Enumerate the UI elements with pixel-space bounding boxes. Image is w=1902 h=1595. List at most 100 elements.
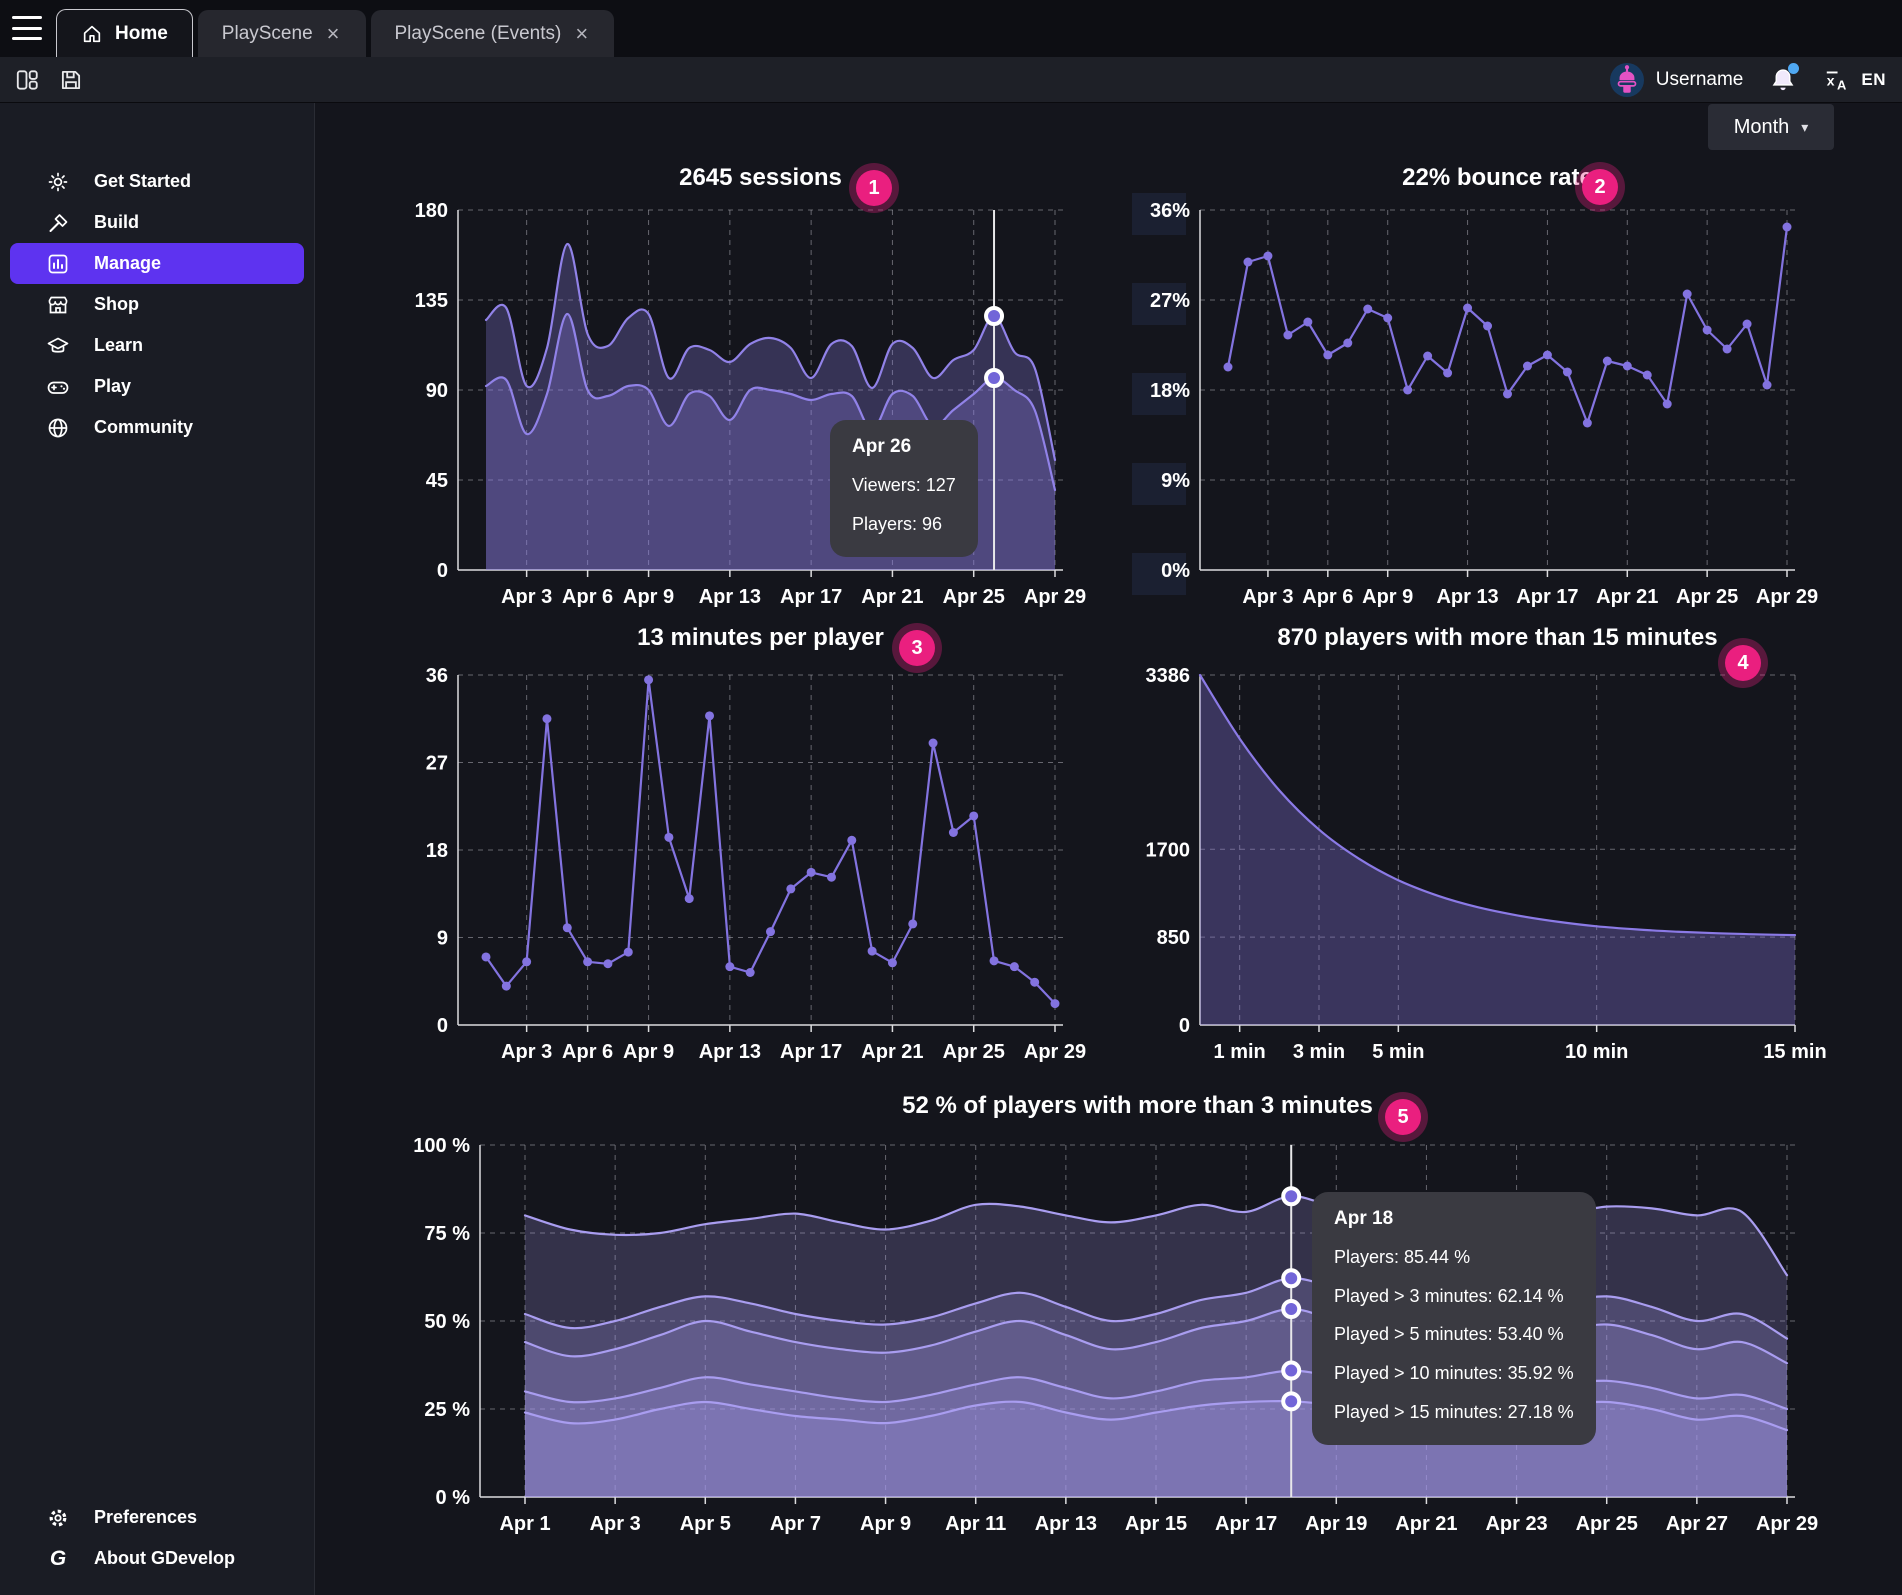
svg-text:Apr 25: Apr 25 xyxy=(943,1041,1005,1063)
svg-text:5 min: 5 min xyxy=(1372,1041,1424,1063)
tooltip-title: Apr 18 xyxy=(1334,1208,1574,1230)
svg-text:135: 135 xyxy=(415,290,448,312)
svg-text:0: 0 xyxy=(1179,1015,1190,1037)
svg-text:Apr 17: Apr 17 xyxy=(780,586,842,608)
svg-text:27%: 27% xyxy=(1150,290,1190,312)
svg-text:9: 9 xyxy=(437,928,448,950)
gear-icon xyxy=(46,1506,70,1530)
sidebar-item-label: Learn xyxy=(94,335,143,356)
sidebar-item-manage[interactable]: Manage xyxy=(10,243,304,284)
svg-text:Apr 29: Apr 29 xyxy=(1756,1513,1818,1535)
svg-text:9%: 9% xyxy=(1161,470,1190,492)
sidebar-item-about-gdevelop[interactable]: G About GDevelop xyxy=(10,1538,304,1579)
sidebar-item-label: Preferences xyxy=(94,1507,197,1528)
sessions-chart-title: 2645 sessions xyxy=(458,164,1063,192)
svg-text:Apr 21: Apr 21 xyxy=(1395,1513,1457,1535)
svg-text:Apr 17: Apr 17 xyxy=(1516,586,1578,608)
avatar xyxy=(1610,63,1644,97)
svg-text:Apr 9: Apr 9 xyxy=(623,586,674,608)
gdevelop-logo: G xyxy=(46,1547,70,1571)
minutes-per-player-chart[interactable]: Apr 3 Apr 6 Apr 9 Apr 13 Apr 17 Apr 21 Apr 25 A… xyxy=(375,655,1085,1060)
sidebar-item-get-started[interactable]: Get Started xyxy=(10,161,304,202)
language-selector[interactable]: x A EN xyxy=(1823,67,1886,93)
svg-text:100 %: 100 % xyxy=(413,1135,470,1157)
svg-text:Apr 1: Apr 1 xyxy=(499,1513,550,1535)
sidebar-item-label: Get Started xyxy=(94,171,191,192)
tooltip-row: Players: 96 xyxy=(852,505,956,544)
svg-text:Apr 17: Apr 17 xyxy=(780,1041,842,1063)
svg-text:Apr 3: Apr 3 xyxy=(590,1513,641,1535)
period-dropdown[interactable]: Month ▾ xyxy=(1708,104,1834,150)
svg-text:1 min: 1 min xyxy=(1214,1041,1266,1063)
svg-text:Apr 3: Apr 3 xyxy=(501,1041,552,1063)
tooltip-title: Apr 26 xyxy=(852,436,956,458)
step-badge-5: 5 xyxy=(1385,1099,1421,1135)
notifications-button[interactable] xyxy=(1769,66,1797,94)
svg-text:Apr 19: Apr 19 xyxy=(1305,1513,1367,1535)
svg-text:Apr 13: Apr 13 xyxy=(699,1041,761,1063)
svg-text:27: 27 xyxy=(426,753,448,775)
svg-text:Apr 29: Apr 29 xyxy=(1024,1041,1086,1063)
tab-home[interactable]: Home xyxy=(56,9,193,57)
svg-text:Apr 15: Apr 15 xyxy=(1125,1513,1187,1535)
tab-label: Home xyxy=(115,23,168,45)
tooltip-row: Played > 10 minutes: 35.92 % xyxy=(1334,1354,1574,1393)
step-badge-2: 2 xyxy=(1582,169,1618,205)
tab-label: PlayScene xyxy=(222,23,313,45)
sun-icon xyxy=(46,170,70,194)
svg-text:0: 0 xyxy=(437,1015,448,1037)
editor-tabs: Home PlayScene × PlayScene (Events) × xyxy=(56,9,619,57)
playtime-percent-chart[interactable]: Apr 1Apr 3Apr 5Apr 7Apr 9Apr 11Apr 13Apr… xyxy=(370,1128,1900,1532)
chevron-down-icon: ▾ xyxy=(1801,119,1808,136)
hamburger-menu-icon[interactable] xyxy=(12,16,42,40)
svg-text:Apr 6: Apr 6 xyxy=(1302,586,1353,608)
notification-dot xyxy=(1788,63,1799,74)
svg-text:Apr 27: Apr 27 xyxy=(1666,1513,1728,1535)
project-manager-icon[interactable] xyxy=(14,67,40,93)
close-icon[interactable]: × xyxy=(325,23,342,45)
svg-text:x: x xyxy=(1827,72,1835,88)
user-account-button[interactable]: Username xyxy=(1610,63,1744,97)
toolbar: Username x A EN xyxy=(0,57,1902,103)
bounce-rate-chart[interactable]: Apr 3Apr 6Apr 9Apr 13Apr 17Apr 21Apr 25A… xyxy=(1095,192,1895,612)
svg-text:850: 850 xyxy=(1157,927,1190,949)
svg-text:Apr 6: Apr 6 xyxy=(562,1041,613,1063)
svg-text:15 min: 15 min xyxy=(1763,1041,1826,1063)
sidebar-item-label: Manage xyxy=(94,253,161,274)
retention-curve-chart[interactable]: 1 min3 min5 min10 min15 min085017003386 xyxy=(1095,655,1895,1060)
sidebar-item-shop[interactable]: Shop xyxy=(10,284,304,325)
svg-text:Apr 9: Apr 9 xyxy=(623,1041,674,1063)
sidebar-item-community[interactable]: Community xyxy=(10,407,304,448)
minutes-chart-title: 13 minutes per player xyxy=(458,624,1063,652)
step-badge-1: 1 xyxy=(856,170,892,206)
svg-text:Apr 21: Apr 21 xyxy=(861,1041,923,1063)
tooltip-row: Played > 5 minutes: 53.40 % xyxy=(1334,1315,1574,1354)
svg-text:75 %: 75 % xyxy=(424,1223,470,1245)
svg-text:Apr 5: Apr 5 xyxy=(680,1513,731,1535)
svg-text:Apr 13: Apr 13 xyxy=(1035,1513,1097,1535)
svg-text:Apr 6: Apr 6 xyxy=(562,586,613,608)
svg-text:36%: 36% xyxy=(1150,200,1190,222)
sidebar-item-preferences[interactable]: Preferences xyxy=(10,1497,304,1538)
sidebar-item-label: Play xyxy=(94,376,131,397)
step-badge-3: 3 xyxy=(899,630,935,666)
svg-text:Apr 13: Apr 13 xyxy=(1436,586,1498,608)
sidebar-item-build[interactable]: Build xyxy=(10,202,304,243)
save-icon[interactable] xyxy=(58,67,84,93)
sidebar-item-play[interactable]: Play xyxy=(10,366,304,407)
tab-playscene[interactable]: PlayScene × xyxy=(198,10,366,57)
sidebar-item-learn[interactable]: Learn xyxy=(10,325,304,366)
svg-text:Apr 21: Apr 21 xyxy=(861,586,923,608)
svg-text:Apr 11: Apr 11 xyxy=(945,1513,1006,1535)
svg-text:Apr 13: Apr 13 xyxy=(699,586,761,608)
sessions-chart[interactable]: Apr 3Apr 6Apr 9Apr 13Apr 17Apr 21Apr 25A… xyxy=(375,192,1085,612)
sidebar-item-label: Community xyxy=(94,417,193,438)
svg-text:Apr 7: Apr 7 xyxy=(770,1513,821,1535)
close-icon[interactable]: × xyxy=(573,23,590,45)
svg-text:Apr 29: Apr 29 xyxy=(1756,586,1818,608)
svg-text:A: A xyxy=(1837,78,1846,93)
tab-playscene-events[interactable]: PlayScene (Events) × xyxy=(371,10,615,57)
period-value: Month xyxy=(1734,116,1790,139)
svg-text:Apr 3: Apr 3 xyxy=(1242,586,1293,608)
tab-bar: Home PlayScene × PlayScene (Events) × xyxy=(0,0,1902,57)
